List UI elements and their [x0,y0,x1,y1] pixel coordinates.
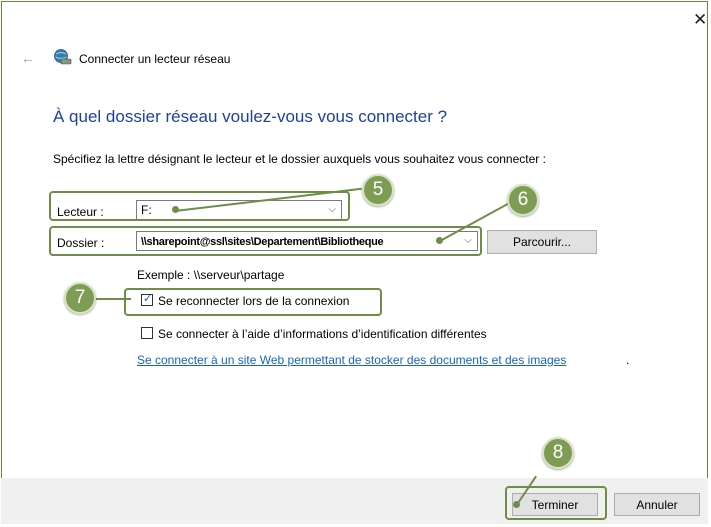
callout-8-box [505,486,607,520]
callout-7-badge: 7 [64,282,96,314]
website-link[interactable]: Se connecter à un site Web permettant de… [137,353,566,367]
callout-8-dot [513,501,520,508]
network-drive-icon [54,49,72,65]
example-text: Exemple : \\serveur\partage [137,268,285,282]
cancel-button[interactable]: Annuler [614,493,700,516]
callout-6-dot [436,237,443,244]
instruction-text: Spécifiez la lettre désignant le lecteur… [53,152,546,166]
callout-5-dot [172,206,179,213]
link-period: . [626,353,630,367]
callout-6-box [49,226,482,256]
dialog-window [1,1,708,524]
callout-7-leader [93,298,131,300]
back-arrow-icon[interactable]: ← [21,51,35,65]
callout-5-badge: 5 [362,174,394,206]
credentials-label[interactable]: Se connecter à l’aide d’informations d’i… [158,327,487,341]
callout-6-badge: 6 [507,184,539,216]
credentials-checkbox[interactable] [141,327,153,339]
page-title: À quel dossier réseau voulez-vous vous c… [53,107,448,126]
window-title: Connecter un lecteur réseau [79,52,231,66]
callout-8-badge: 8 [542,437,574,469]
close-icon[interactable]: ✕ [693,11,707,28]
browse-button[interactable]: Parcourir... [487,230,597,254]
callout-7-box [124,288,382,316]
